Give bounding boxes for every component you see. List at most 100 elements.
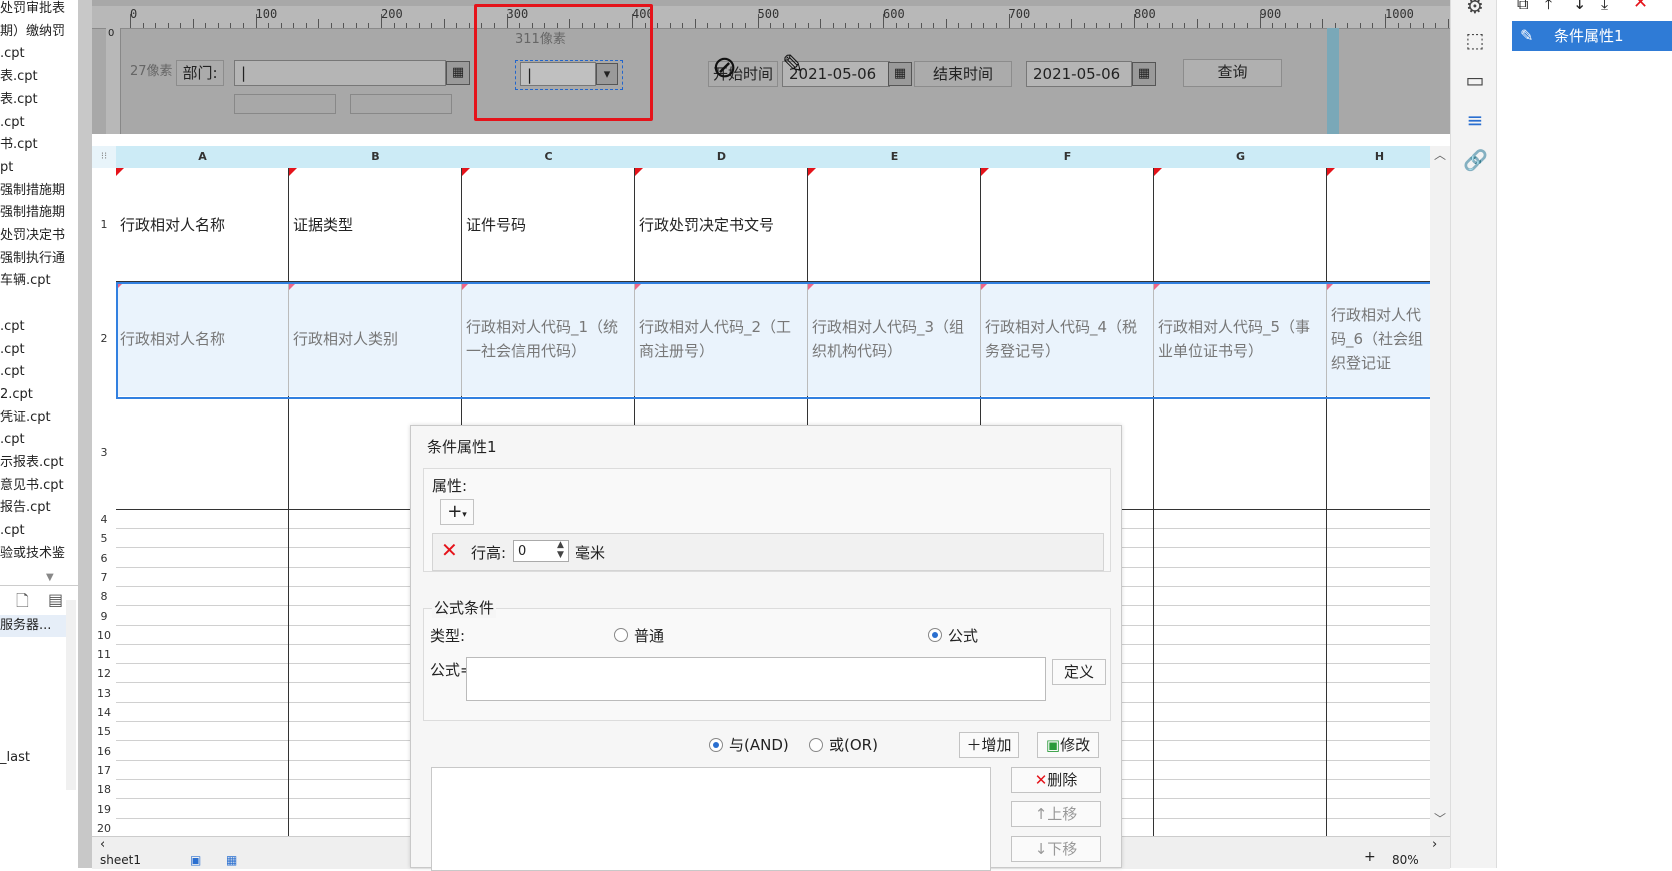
column-header[interactable]: E [808,146,982,168]
placeholder-box-2[interactable] [350,94,452,114]
table-cell[interactable] [1154,396,1327,510]
file-item[interactable]: 示报表.cpt [0,452,64,474]
file-item[interactable]: 验或技术鉴 [0,543,65,565]
add-poly-sheet-icon[interactable]: ▦ [226,853,237,867]
define-button[interactable]: 定义 [1052,659,1106,685]
table-cell[interactable] [116,396,289,510]
sheet-tab[interactable]: sheet1 [100,853,141,867]
move-bottom-icon[interactable]: ⤓ [1601,0,1608,14]
report-icon[interactable]: ▤ [48,590,63,609]
column-header[interactable]: F [981,146,1155,168]
row-header[interactable]: 12 [92,664,116,684]
modify-button[interactable]: ▣修改 [1037,732,1099,758]
spinner-icon[interactable]: ▲ ▼ [557,540,564,560]
add-attr-button[interactable]: +▾ [440,499,474,525]
file-item[interactable]: 意见书.cpt [0,475,64,497]
dept-tree-icon[interactable]: ▦ [446,61,470,85]
row-header[interactable]: 10 [92,625,116,645]
row-header[interactable]: 11 [92,645,116,665]
file-item[interactable]: 处罚决定书 [0,225,65,247]
file-item[interactable]: 强制措施期 [0,202,65,224]
row-header[interactable]: 19 [92,799,116,819]
move-down-icon[interactable]: ↓ [1573,0,1586,13]
file-item[interactable]: 强制措施期 [0,180,65,202]
file-item[interactable]: 2.cpt [0,384,33,406]
hyperlink-icon[interactable]: 🔗 [1463,148,1488,172]
zoom-in-icon[interactable]: + [1364,849,1376,865]
edit-pen-icon[interactable]: ✎ [782,50,804,80]
normal-radio[interactable] [614,628,628,642]
delete-button[interactable]: ✕删除 [1011,767,1101,793]
condition-list-item[interactable]: ✎ 条件属性1 [1512,21,1672,51]
column-header[interactable]: C [462,146,636,168]
start-calendar-icon[interactable]: ▦ [888,62,912,86]
zoom-level[interactable]: 80% [1392,853,1419,867]
file-item[interactable]: .cpt [0,429,25,451]
server-item[interactable]: 服务器... [0,615,66,637]
table-cell[interactable] [1327,396,1432,510]
chevron-down-icon[interactable]: ▼ [46,572,54,583]
row-header[interactable]: 17 [92,760,116,780]
row-header[interactable]: 6 [92,548,116,568]
tree-collapse[interactable]: ▼ [0,572,78,586]
left-scrollbar[interactable] [66,600,76,790]
file-item[interactable]: .cpt [0,520,25,542]
table-cell[interactable]: 证件号码 [462,168,635,282]
row-header[interactable]: 4 [92,510,116,529]
file-item[interactable]: 处罚审批表 [0,0,65,20]
form-settings-icon[interactable]: ▭ [1463,68,1487,92]
row-header[interactable]: 18 [92,780,116,800]
form-edge-handle[interactable] [1327,28,1339,134]
row-header[interactable]: 14 [92,703,116,722]
widget-settings-icon[interactable]: ⬚ [1463,28,1487,52]
column-header[interactable]: H [1327,146,1433,168]
row-header[interactable]: 9 [92,606,116,626]
preview-icon[interactable]: 🗋 [16,590,29,617]
remove-icon[interactable]: ✕ [1633,0,1648,13]
table-cell[interactable]: 证据类型 [289,168,462,282]
formula-radio[interactable] [928,628,942,642]
file-item[interactable]: .cpt [0,339,25,361]
file-item[interactable]: 强制执行通 [0,248,65,270]
end-date-input[interactable]: 2021-05-06 [1026,61,1132,87]
column-header[interactable]: D [635,146,809,168]
file-item[interactable]: 凭证.cpt [0,407,51,429]
table-cell[interactable] [1154,168,1327,282]
add-condition-button[interactable]: ＋增加 [959,732,1019,758]
move-up-button[interactable]: ↑上移 [1011,801,1101,827]
table-cell[interactable] [981,168,1154,282]
row-header[interactable]: 7 [92,567,116,587]
scroll-right-icon[interactable]: › [1432,837,1437,852]
file-item[interactable]: .cpt [0,43,25,65]
move-down-button[interactable]: ↓下移 [1011,836,1101,862]
hidden-eye-icon[interactable]: ⊘ [712,50,737,85]
row-header[interactable]: 3 [92,396,116,510]
placeholder-box-1[interactable] [234,94,336,114]
copy-icon[interactable]: ⧉ [1517,0,1528,14]
condition-list-box[interactable] [431,767,991,871]
scroll-down-icon[interactable]: ﹀ [1434,810,1446,827]
file-item[interactable]: 书.cpt [0,134,38,156]
table-cell[interactable]: 行政处罚决定书文号 [635,168,808,282]
scroll-left-icon[interactable]: ‹ [100,837,105,852]
file-item[interactable]: pt [0,157,13,179]
select-all-corner[interactable]: ⁝⁝ [92,146,116,168]
row-header[interactable]: 13 [92,683,116,703]
scroll-up-icon[interactable]: ︿ [1434,146,1446,163]
dept-input[interactable]: | [234,60,446,86]
file-item[interactable]: .cpt [0,361,25,383]
row-header[interactable]: 8 [92,587,116,607]
file-item[interactable]: 期）缴纳罚 [0,21,65,43]
file-item[interactable]: 表.cpt [0,66,38,88]
row-header[interactable]: 2 [92,282,116,396]
row-header[interactable]: 15 [92,722,116,742]
table-cell[interactable]: 行政相对人名称 [116,168,289,282]
condition-attr-icon[interactable]: ≡ [1463,108,1487,132]
file-item[interactable]: 表.cpt [0,89,38,111]
file-item[interactable]: 报告.cpt [0,497,51,519]
row-header[interactable]: 1 [92,168,116,282]
end-calendar-icon[interactable]: ▦ [1132,62,1156,86]
file-item[interactable]: .cpt [0,316,25,338]
column-header[interactable]: B [289,146,463,168]
cell-attr-icon[interactable]: ⚙ [1463,0,1487,18]
